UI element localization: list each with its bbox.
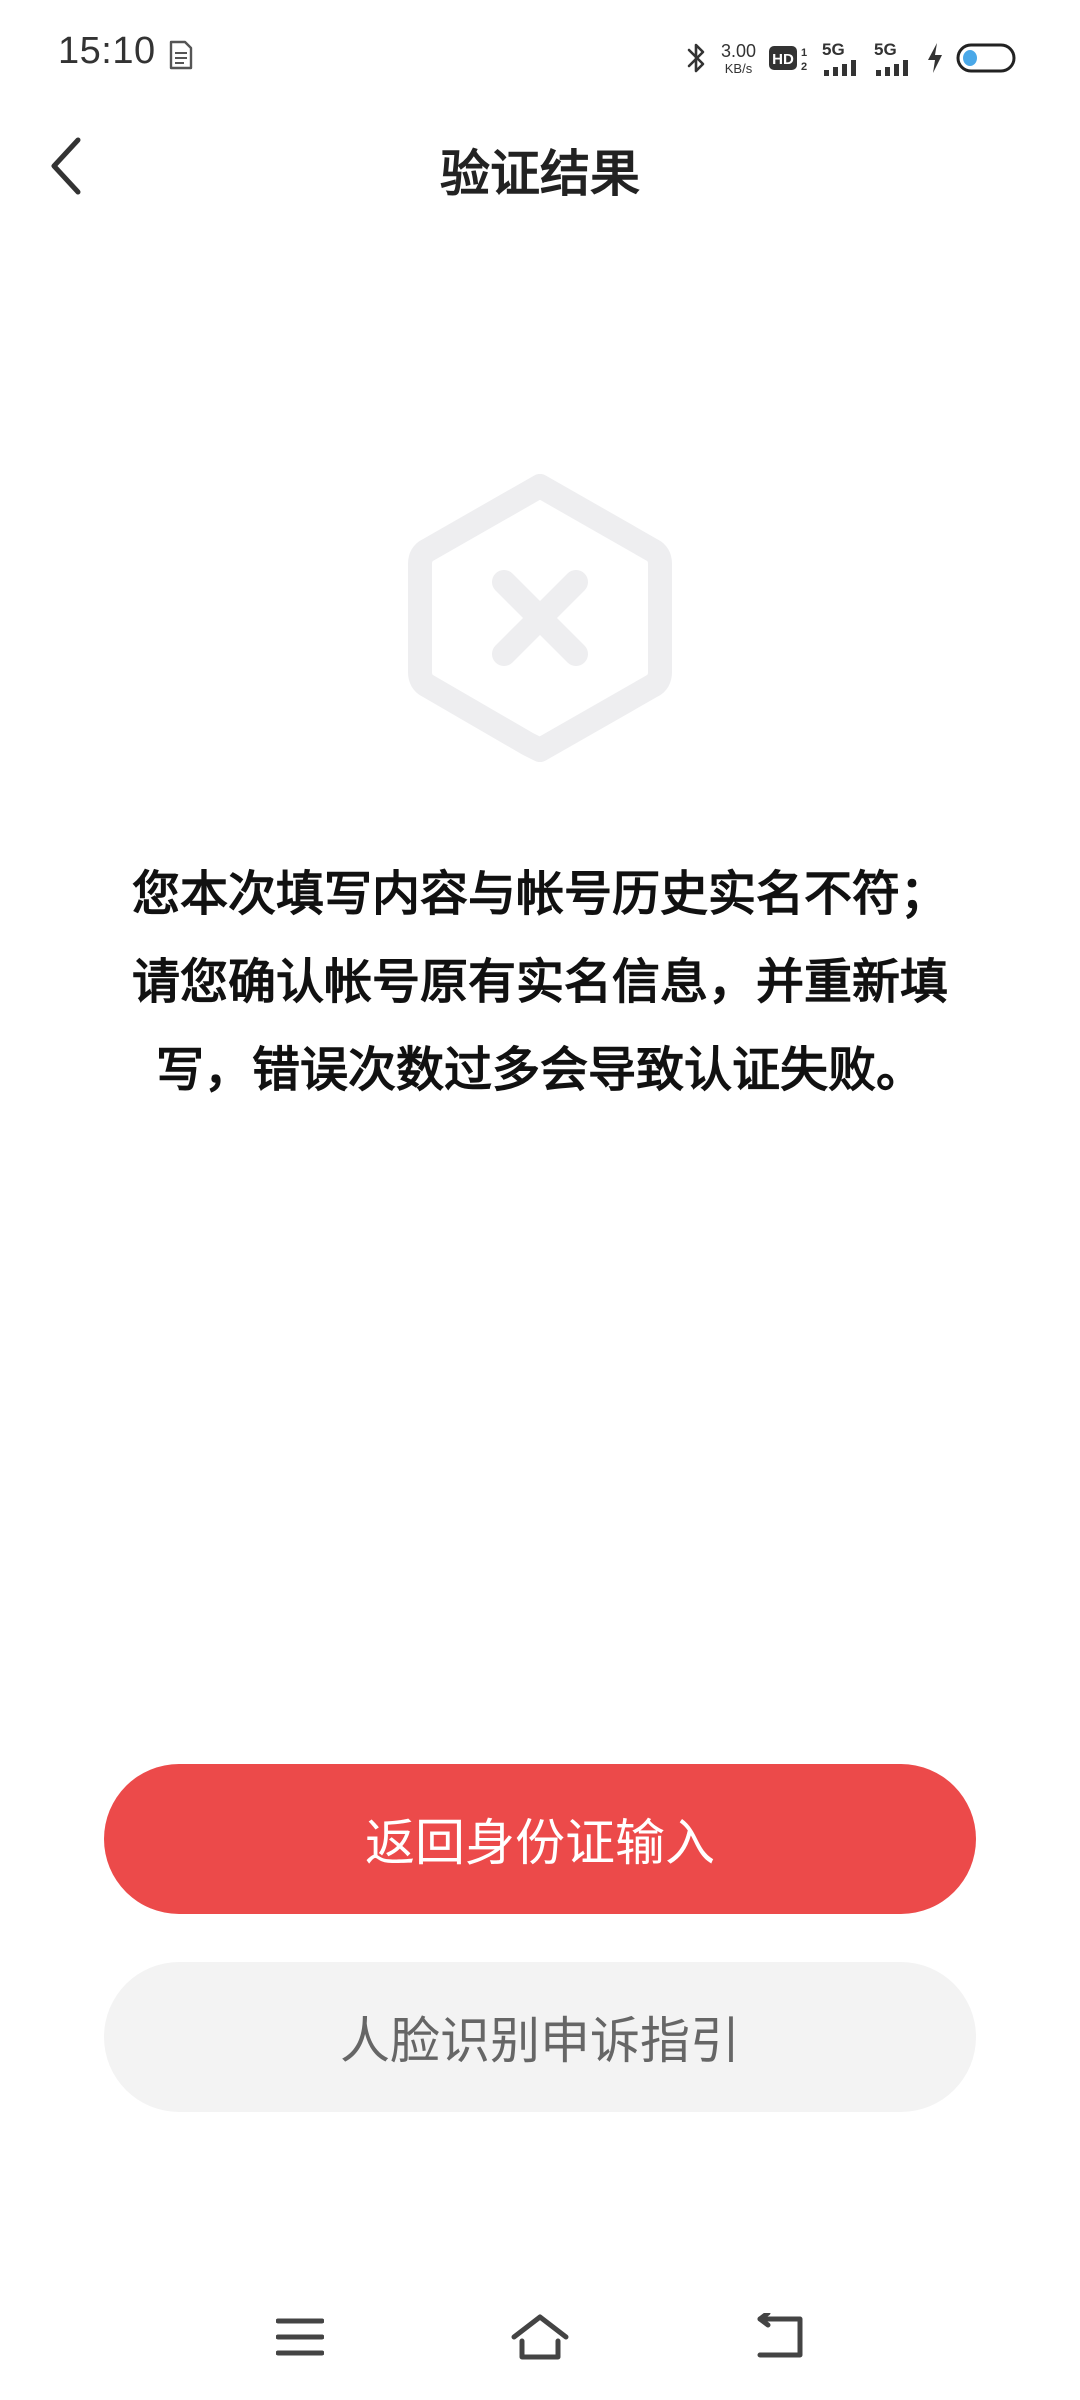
message-line: 您本次填写内容与帐号历史实名不符； [131, 866, 948, 922]
menu-button[interactable] [260, 2304, 340, 2374]
charging-icon [926, 42, 944, 74]
back-nav-icon [754, 2310, 806, 2365]
status-time: 15:10 [58, 30, 156, 72]
network-speed: 3.00 KB/s [721, 42, 756, 75]
network-speed-value: 3.00 [720, 40, 756, 61]
network-type-2: 5G [874, 40, 897, 59]
hexagon-x-icon [408, 474, 672, 762]
home-icon [510, 2313, 570, 2365]
menu-icon [275, 2317, 325, 2361]
network-speed-unit: KB/s [724, 60, 753, 76]
doc-notification-icon [168, 40, 194, 70]
status-icons: 3.00 KB/s HD 1 2 5G 5G [683, 36, 1020, 80]
signal-2: 5G [874, 40, 914, 76]
home-button[interactable] [500, 2304, 580, 2374]
svg-text:2: 2 [801, 61, 807, 73]
face-appeal-guide-button[interactable]: 人脸识别申诉指引 [104, 1962, 976, 2112]
page-title: 验证结果 [440, 145, 640, 203]
svg-text:HD: HD [772, 51, 794, 68]
message-line: 写，错误次数过多会导致认证失败。 [155, 1042, 924, 1098]
hd-icon: HD 1 2 [768, 42, 810, 74]
status-bar: 15:10 3.00 KB/s HD 1 2 5G 5G [0, 0, 1080, 112]
network-type-1: 5G [822, 40, 845, 59]
bluetooth-icon [683, 41, 709, 75]
signal-icon [822, 60, 862, 76]
battery-icon [956, 43, 1020, 73]
signal-icon [874, 60, 914, 76]
svg-text:1: 1 [801, 47, 807, 59]
result-message: 您本次填写内容与帐号历史实名不符； 请您确认帐号原有实名信息，并重新填 写，错误… [60, 850, 1020, 1114]
return-id-input-button[interactable]: 返回身份证输入 [104, 1764, 976, 1914]
back-nav-button[interactable] [740, 2304, 820, 2374]
message-line: 请您确认帐号原有实名信息，并重新填 [131, 954, 948, 1010]
signal-1: 5G [822, 40, 862, 76]
